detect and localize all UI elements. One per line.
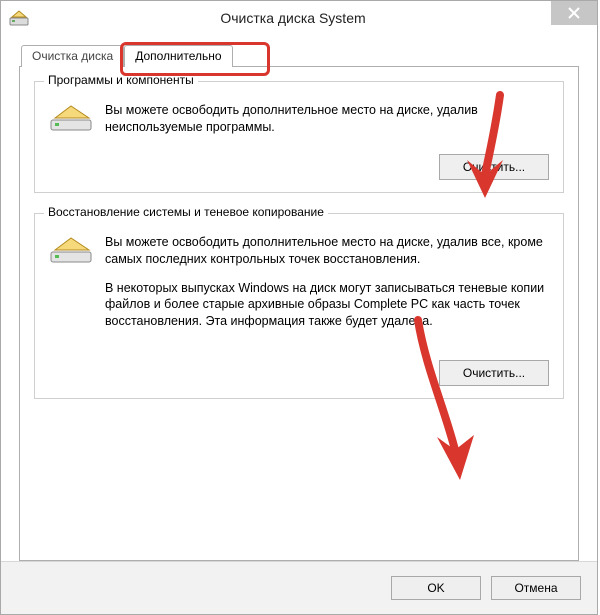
titlebar: Очистка диска System	[1, 1, 597, 35]
group-restore-text-1: Вы можете освободить дополнительное мест…	[105, 234, 549, 268]
window-title: Очистка диска System	[35, 10, 597, 26]
group-restore-legend: Восстановление системы и теневое копиров…	[44, 205, 328, 219]
disk-cleanup-icon	[9, 8, 29, 28]
group-programs: Программы и компоненты Вы можете освобод…	[34, 81, 564, 193]
tab-additional[interactable]: Дополнительно	[124, 45, 232, 67]
cancel-button[interactable]: Отмена	[491, 576, 581, 600]
group-programs-description: Вы можете освободить дополнительное мест…	[105, 102, 549, 136]
dialog-footer: OK Отмена	[1, 561, 597, 614]
tabstrip: Очистка диска Дополнительно	[19, 45, 579, 67]
tab-panel-additional: Программы и компоненты Вы можете освобод…	[19, 66, 579, 561]
group-restore-text-2: В некоторых выпусках Windows на диск мог…	[105, 280, 549, 331]
group-restore: Восстановление системы и теневое копиров…	[34, 213, 564, 399]
clean-restore-button[interactable]: Очистить...	[439, 360, 549, 386]
group-programs-legend: Программы и компоненты	[44, 73, 198, 87]
dialog-window: Очистка диска System Очистка диска Допол…	[0, 0, 598, 615]
tab-disk-cleanup[interactable]: Очистка диска	[21, 45, 124, 67]
drive-icon	[49, 234, 93, 266]
drive-icon	[49, 102, 93, 134]
close-icon	[568, 7, 580, 19]
group-restore-description: Вы можете освободить дополнительное мест…	[105, 234, 549, 342]
dialog-body: Очистка диска Дополнительно Программы и …	[1, 35, 597, 561]
ok-button[interactable]: OK	[391, 576, 481, 600]
clean-programs-button[interactable]: Очистить...	[439, 154, 549, 180]
close-button[interactable]	[551, 1, 597, 25]
